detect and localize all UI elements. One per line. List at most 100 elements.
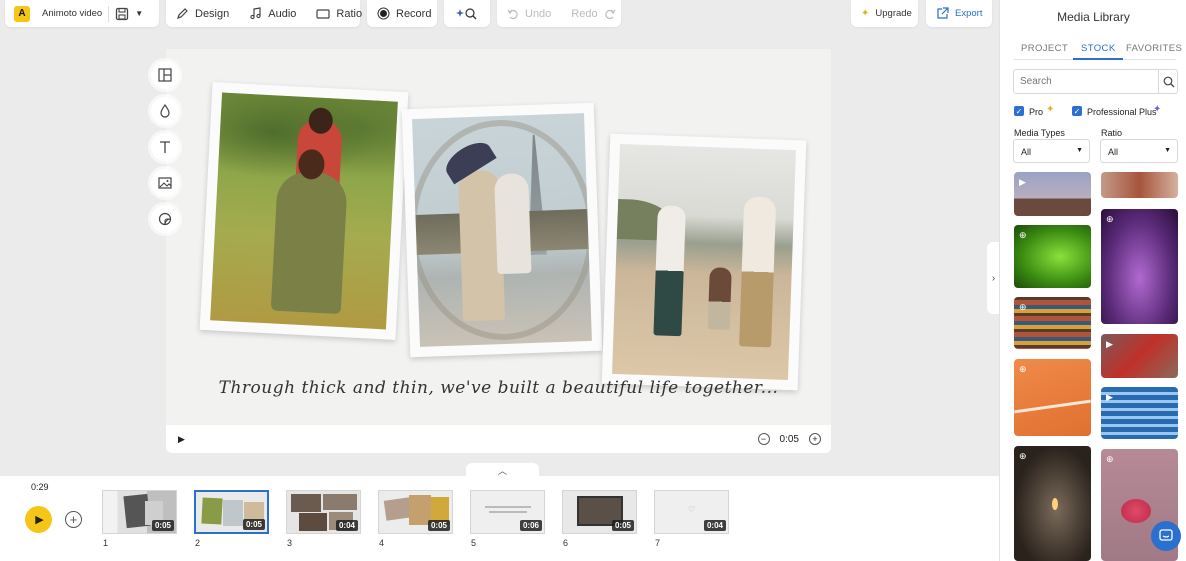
- record-icon: [377, 7, 390, 20]
- pro-label: Pro: [1029, 107, 1044, 117]
- scene-number: 4: [379, 538, 385, 548]
- design-button[interactable]: Design: [166, 0, 239, 27]
- sparkle-icon: ✦: [1046, 104, 1055, 115]
- scene-thumbnail-5[interactable]: 0:06: [470, 490, 545, 534]
- layout-tool-button[interactable]: [151, 61, 179, 89]
- tile-detail-court-line: [1014, 399, 1091, 414]
- scene-thumbnail-6[interactable]: 0:05: [562, 490, 637, 534]
- image-tool-button[interactable]: [151, 169, 179, 197]
- play-icon: ▶: [1106, 392, 1113, 402]
- scene-thumbnail-2[interactable]: 0:05: [194, 490, 269, 534]
- export-button[interactable]: Export: [926, 0, 992, 27]
- upgrade-button[interactable]: ✦ Upgrade: [851, 0, 922, 27]
- record-button[interactable]: Record: [367, 0, 441, 27]
- zoom-in-icon[interactable]: +: [809, 433, 821, 445]
- professional-plus-label: Professional Plus: [1087, 107, 1157, 117]
- search-icon[interactable]: [1163, 76, 1175, 88]
- chevron-right-icon: ›: [991, 272, 996, 284]
- play-icon: ▶: [1106, 339, 1113, 349]
- pro-checkbox[interactable]: ✓: [1014, 106, 1024, 116]
- audio-label: Audio: [268, 7, 297, 20]
- professional-plus-checkbox[interactable]: ✓: [1072, 106, 1082, 116]
- photo-paris-couple: [412, 113, 592, 347]
- thumb-photo: [299, 513, 327, 531]
- tab-favorites[interactable]: FAVORITES: [1126, 43, 1182, 54]
- thumb-photo: [223, 500, 243, 526]
- redo-button[interactable]: Redo: [561, 0, 625, 27]
- chevron-down-icon: ▼: [1164, 147, 1171, 154]
- media-types-select[interactable]: All ▼: [1013, 139, 1090, 163]
- zoom-icon: ⊕: [1106, 214, 1114, 224]
- tab-project[interactable]: PROJECT: [1021, 43, 1068, 54]
- search-input[interactable]: [1020, 74, 1150, 89]
- chat-support-button[interactable]: [1151, 521, 1181, 551]
- scene-duration: 0:05: [611, 520, 634, 531]
- scene-thumbnail-1[interactable]: 0:05: [102, 490, 177, 534]
- text-tool-button[interactable]: [151, 133, 179, 161]
- zoom-out-icon[interactable]: −: [757, 433, 770, 445]
- add-scene-button[interactable]: +: [65, 511, 82, 528]
- zoom-icon: ⊕: [1019, 302, 1027, 312]
- caption-text[interactable]: Through thick and thin, we've built a be…: [166, 378, 831, 398]
- color-tool-button[interactable]: [151, 97, 179, 125]
- toolbar-file-group: A Animoto video ▼: [5, 0, 159, 27]
- droplet-icon: [160, 104, 170, 118]
- plus-icon: +: [69, 512, 78, 527]
- stock-media-tile-tennis[interactable]: ⊕: [1014, 359, 1091, 436]
- stock-media-tile-stadium[interactable]: ▶: [1101, 387, 1178, 439]
- zoom-icon: ⊕: [1019, 230, 1027, 240]
- canvas-stage[interactable]: Through thick and thin, we've built a be…: [166, 49, 831, 425]
- stock-media-tile-jellyfish[interactable]: ⊕: [1101, 209, 1178, 324]
- stock-media-tile-bookshelf[interactable]: ⊕: [1014, 297, 1091, 349]
- photo-frame-3[interactable]: [601, 133, 807, 391]
- animoto-logo[interactable]: A: [5, 0, 36, 27]
- redo-icon: [604, 9, 616, 19]
- export-icon: [937, 7, 949, 19]
- panel-title: Media Library: [1057, 10, 1130, 24]
- design-label: Design: [195, 7, 230, 20]
- stock-media-tile-candles[interactable]: ⊕: [1014, 446, 1091, 561]
- scene-thumbnail-4[interactable]: 0:05: [378, 490, 453, 534]
- timeline-collapse-handle[interactable]: ︿: [466, 463, 539, 477]
- pencil-icon: [177, 8, 188, 19]
- play-icon[interactable]: ▶: [178, 434, 185, 445]
- zoom-icon: ⊕: [1019, 451, 1027, 461]
- undo-button[interactable]: Undo: [497, 0, 561, 27]
- active-tab-underline: [1073, 58, 1123, 60]
- ratio-value: All: [1108, 147, 1119, 157]
- sparkle-search-icon: [456, 7, 477, 19]
- sticker-tool-button[interactable]: [151, 205, 179, 233]
- ratio-label: Ratio: [336, 7, 363, 20]
- media-types-label: Media Types: [1014, 128, 1065, 138]
- play-button[interactable]: ▶: [25, 506, 52, 533]
- scene-duration: 0:05: [427, 520, 450, 531]
- scene-thumbnail-3[interactable]: 0:04: [286, 490, 361, 534]
- save-button[interactable]: ▼: [109, 0, 149, 27]
- ratio-select[interactable]: All ▼: [1100, 139, 1178, 163]
- thumb-photo: [383, 497, 413, 521]
- magic-search-button[interactable]: [456, 0, 478, 27]
- stock-media-tile-pagoda[interactable]: ▶: [1014, 172, 1091, 216]
- record-label: Record: [396, 7, 432, 20]
- tab-stock[interactable]: STOCK: [1081, 43, 1116, 54]
- photo-frame-1[interactable]: [199, 82, 409, 340]
- search-divider: [1158, 70, 1159, 93]
- upgrade-group: ✦ Upgrade: [851, 0, 918, 27]
- thumb-photo: [201, 497, 223, 525]
- photo-frame-2[interactable]: [401, 102, 603, 358]
- project-name[interactable]: Animoto video: [36, 0, 108, 27]
- stock-media-tile-autumn[interactable]: [1101, 172, 1178, 198]
- stock-media-tile-red-cloth[interactable]: ▶: [1101, 334, 1178, 378]
- media-library-panel: Media Library PROJECT STOCK FAVORITES ✓ …: [999, 0, 1186, 561]
- scene-thumbnail-7[interactable]: ♡ 0:04: [654, 490, 729, 534]
- ratio-button[interactable]: Ratio: [306, 0, 372, 27]
- stock-media-tile-leaf[interactable]: ⊕: [1014, 225, 1091, 288]
- thumb-photo: [323, 494, 357, 510]
- photo-detail-child: [707, 267, 732, 330]
- audio-button[interactable]: Audio: [239, 0, 306, 27]
- photo-detail-mother: [653, 205, 686, 337]
- current-time: 0:05: [779, 433, 799, 445]
- chevron-down-icon: ▼: [1076, 147, 1083, 154]
- scene-duration: 0:04: [703, 520, 726, 531]
- chevron-down-icon: ▼: [135, 9, 144, 18]
